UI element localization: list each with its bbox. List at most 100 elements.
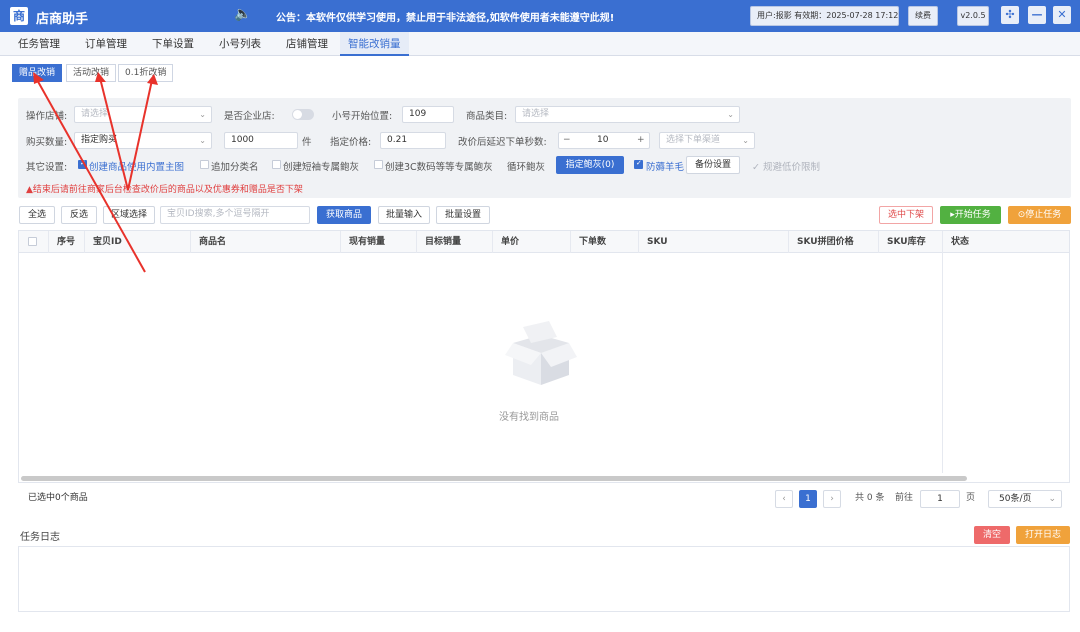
col-target-sales: 目标销量 — [417, 231, 493, 253]
enterprise-toggle[interactable] — [292, 109, 314, 120]
start-pos-label: 小号开始位置: — [332, 111, 393, 122]
col-current-sales: 现有销量 — [341, 231, 417, 253]
table-header: 序号 宝贝ID 商品名 现有销量 目标销量 单价 下单数 SKU SKU拼团价格… — [19, 231, 1069, 253]
opt5-checkbox[interactable] — [634, 159, 643, 169]
opt4-label: 创建3C数码等等专属鲍灰 — [385, 162, 493, 173]
log-title: 任务日志 — [20, 532, 60, 543]
price-input[interactable]: 0.21 — [380, 132, 446, 149]
title-bar: 商 店商助手 🔈 公告：本软件仅供学习使用，禁止用于非法途径,如软件使用者未能遵… — [0, 0, 1080, 32]
chevron-down-icon: ⌄ — [727, 110, 734, 119]
product-table: 序号 宝贝ID 商品名 现有销量 目标销量 单价 下单数 SKU SKU拼团价格… — [18, 230, 1070, 483]
close-icon[interactable]: ✕ — [1053, 6, 1071, 24]
user-info: 用户:报影 有效期：2025-07-28 17:12:28 — [750, 6, 899, 26]
log-area[interactable] — [18, 546, 1070, 612]
category-select[interactable]: 请选择 ⌄ — [515, 106, 740, 123]
select-all-checkbox[interactable] — [28, 237, 37, 246]
prev-page-button[interactable]: ‹ — [775, 490, 793, 508]
chevron-down-icon: ⌄ — [199, 110, 206, 119]
plus-icon[interactable]: + — [637, 133, 645, 148]
page-1-button[interactable]: 1 — [799, 490, 817, 508]
empty-text: 没有找到商品 — [499, 412, 559, 423]
tab-order-settings[interactable]: 下单设置 — [144, 32, 202, 56]
other-label: 其它设置: — [26, 162, 68, 173]
col-sku: SKU — [639, 231, 789, 253]
opt2-checkbox[interactable] — [200, 160, 209, 169]
opt1-checkbox[interactable] — [78, 159, 87, 169]
page-unit: 页 — [966, 493, 976, 503]
select-all-button[interactable]: 全选 — [19, 206, 55, 224]
shop-label: 操作店铺: — [26, 111, 68, 122]
version-badge: v2.0.5 — [957, 6, 989, 26]
opt4-checkbox[interactable] — [374, 160, 383, 169]
app-title: 店商助手 — [36, 12, 89, 27]
selected-count: 已选中0个商品 — [28, 493, 88, 503]
opt1-label: 创建商品使用内置主图 — [89, 162, 185, 173]
subtab-gift-sales[interactable]: 赠品改销 — [12, 64, 63, 82]
shop-select[interactable]: 请选择 ⌄ — [74, 106, 212, 123]
delay-label: 改价后延迟下单秒数: — [458, 137, 547, 148]
subtab-discount-sales[interactable]: 0.1折改销 — [118, 64, 174, 82]
enterprise-label: 是否企业店: — [224, 111, 275, 122]
loop-label: 循环鲍灰 — [507, 162, 546, 173]
tab-smart-sales[interactable]: 智能改销量 — [340, 32, 409, 56]
page-jump-input[interactable]: 1 — [920, 490, 960, 508]
delist-button[interactable]: 选中下架 — [879, 206, 933, 224]
next-page-button[interactable]: › — [823, 490, 841, 508]
tab-order-management[interactable]: 订单管理 — [77, 32, 135, 56]
settings-form: 操作店铺: 请选择 ⌄ 是否企业店: 小号开始位置: 109 商品类目: 请选择 ⌄… — [18, 98, 1071, 198]
fetch-products-button[interactable]: 获取商品 — [317, 206, 371, 224]
start-task-button[interactable]: ▸开始任务 — [940, 206, 1001, 224]
speaker-icon: 🔈 — [234, 6, 252, 22]
col-sku-group-price: SKU拼团价格 — [789, 231, 879, 253]
minimize-icon[interactable]: — — [1028, 6, 1046, 24]
status-column-divider — [942, 253, 943, 473]
opt3-checkbox[interactable] — [272, 160, 281, 169]
batch-input-button[interactable]: 批量输入 — [378, 206, 430, 224]
minus-icon[interactable]: − — [563, 133, 571, 148]
channel-select[interactable]: 选择下单渠道 ⌄ — [659, 132, 755, 149]
empty-box-icon — [505, 321, 577, 385]
col-status: 状态 — [951, 237, 970, 247]
horizontal-scrollbar[interactable] — [21, 476, 967, 481]
subtab-activity-sales[interactable]: 活动改销 — [66, 64, 117, 82]
open-log-button[interactable]: 打开日志 — [1016, 526, 1070, 544]
qty-input[interactable]: 1000 — [224, 132, 298, 149]
col-index: 序号 — [49, 231, 85, 253]
header-checkbox-cell[interactable] — [19, 231, 49, 253]
page-size-select[interactable]: 50条/页 ⌄ — [988, 490, 1062, 508]
main-tabs: 任务管理 订单管理 下单设置 小号列表 店铺管理 智能改销量 — [0, 32, 1080, 56]
qty-label: 购买数量: — [26, 137, 68, 148]
opt5-label: 防薅羊毛 — [646, 162, 685, 173]
category-label: 商品类目: — [466, 111, 508, 122]
price-setting-button[interactable]: 备份设置 — [686, 156, 740, 174]
app-logo: 商 — [10, 7, 28, 25]
delay-stepper[interactable]: − 10 + — [558, 132, 650, 149]
col-order-count: 下单数 — [571, 231, 639, 253]
batch-set-button[interactable]: 批量设置 — [436, 206, 490, 224]
start-pos-input[interactable]: 109 — [402, 106, 454, 123]
stop-task-button[interactable]: ⊙停止任务 — [1008, 206, 1071, 224]
opt2-label: 追加分类名 — [211, 162, 259, 173]
total-count: 共 0 条 — [855, 493, 885, 503]
renew-button[interactable]: 续费 — [908, 6, 938, 26]
notice-text: 公告：本软件仅供学习使用，禁止用于非法途径,如软件使用者未能遵守此规! — [276, 13, 615, 24]
col-product-name: 商品名 — [191, 231, 341, 253]
id-search-input[interactable]: 宝贝ID搜索,多个逗号隔开 — [160, 206, 310, 224]
tab-account-list[interactable]: 小号列表 — [211, 32, 269, 56]
tab-shop-management[interactable]: 店铺管理 — [278, 32, 336, 56]
qty-mode-select[interactable]: 指定购买 ⌄ — [74, 132, 212, 149]
warning-text: ▲结束后请前往商家后台检查改价后的商品以及优惠券和赠品是否下架 — [26, 185, 303, 195]
tab-task-management[interactable]: 任务管理 — [10, 32, 68, 56]
col-unit-price: 单价 — [493, 231, 571, 253]
price-label: 指定价格: — [330, 137, 372, 148]
goto-label: 前往 — [895, 493, 914, 503]
assign-button[interactable]: 指定鲍灰(0) — [556, 156, 624, 174]
opt3-label: 创建短袖专属鲍灰 — [283, 162, 360, 173]
settings-icon[interactable]: ✣ — [1001, 6, 1019, 24]
clear-log-button[interactable]: 清空 — [974, 526, 1010, 544]
opt6-label[interactable]: ✓ 规避低价限制 — [752, 159, 820, 173]
chevron-down-icon: ⌄ — [742, 136, 749, 145]
range-select-button[interactable]: 区域选择 — [103, 206, 155, 224]
invert-selection-button[interactable]: 反选 — [61, 206, 97, 224]
qty-unit: 件 — [302, 137, 312, 148]
